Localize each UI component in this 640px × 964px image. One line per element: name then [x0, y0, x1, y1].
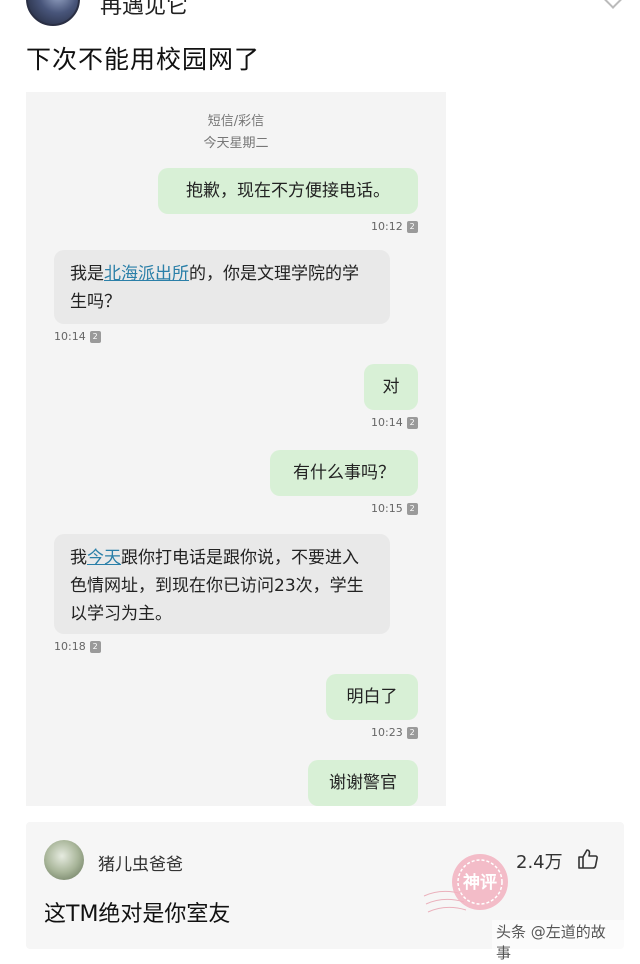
sms-screenshot: 短信/彩信 今天星期二 抱歉，现在不方便接电话。 10:12 2 我是北海派出所… — [26, 92, 446, 806]
message-sent: 对 — [364, 364, 418, 410]
message-time: 10:14 2 — [54, 330, 101, 343]
time-text: 10:15 — [371, 502, 403, 515]
like-count: 2.4万 — [516, 852, 563, 873]
message-sent: 有什么事吗？ — [270, 450, 418, 496]
post-header: 再遇见它 — [0, 0, 640, 30]
sim-2-icon: 2 — [406, 502, 418, 515]
sms-day-label: 今天星期二 — [203, 136, 269, 151]
post-text: 下次不能用校园网了 — [26, 45, 261, 74]
message-received: 我是北海派出所的，你是文理学院的学生吗？ — [54, 250, 390, 324]
sim-2-icon: 2 — [406, 220, 418, 233]
sim-2-icon: 2 — [406, 726, 418, 739]
stamp-text: 神评 — [463, 872, 497, 893]
message-text: 谢谢警官 — [329, 773, 397, 793]
hot-comment-stamp: 神评 — [423, 854, 508, 913]
message-text: 明白了 — [346, 687, 398, 707]
message-text-pre: 我是 — [70, 264, 104, 284]
message-received: 我今天跟你打电话是跟你说，不要进入色情网址，到现在你已访问23次，学生以学习为主… — [54, 534, 390, 634]
message-link[interactable]: 北海派出所 — [104, 264, 189, 284]
author-avatar[interactable] — [26, 0, 80, 26]
message-time: 10:18 2 — [54, 640, 101, 653]
message-time: 10:12 2 — [371, 220, 418, 233]
time-text: 10:23 — [371, 726, 403, 739]
sim-2-icon: 2 — [89, 330, 101, 343]
message-time: 10:15 2 — [371, 502, 418, 515]
time-text: 10:14 — [371, 416, 403, 429]
commenter-avatar[interactable] — [44, 840, 84, 880]
chevron-down-icon[interactable] — [603, 0, 623, 9]
message-sent: 明白了 — [326, 674, 418, 720]
sim-2-icon: 2 — [406, 416, 418, 429]
message-text: 对 — [382, 377, 400, 397]
message-text: 有什么事吗？ — [293, 463, 395, 483]
message-sent: 抱歉，现在不方便接电话。 — [158, 168, 418, 214]
author-name[interactable]: 再遇见它 — [100, 0, 188, 20]
message-text-pre: 我 — [70, 548, 87, 568]
sms-type-label: 短信/彩信 — [207, 114, 265, 129]
message-time: 10:14 2 — [371, 416, 418, 429]
time-text: 10:12 — [371, 220, 403, 233]
time-text: 10:14 — [54, 330, 86, 343]
sim-2-icon: 2 — [89, 640, 101, 653]
message-link[interactable]: 今天 — [87, 548, 121, 568]
comment-text: 这TM绝对是你室友 — [44, 902, 231, 927]
comment-card: 猪儿虫爸爸 神评 2.4万 这TM绝对是你室友 头条 @左道的故事 — [26, 822, 624, 964]
message-sent: 谢谢警官 — [308, 760, 418, 806]
thumbs-up-icon[interactable] — [576, 847, 600, 871]
commenter-name[interactable]: 猪儿虫爸爸 — [98, 850, 183, 875]
message-text: 抱歉，现在不方便接电话。 — [186, 181, 390, 201]
time-text: 10:18 — [54, 640, 86, 653]
message-time: 10:23 2 — [371, 726, 418, 739]
watermark: 头条 @左道的故事 — [492, 920, 624, 964]
